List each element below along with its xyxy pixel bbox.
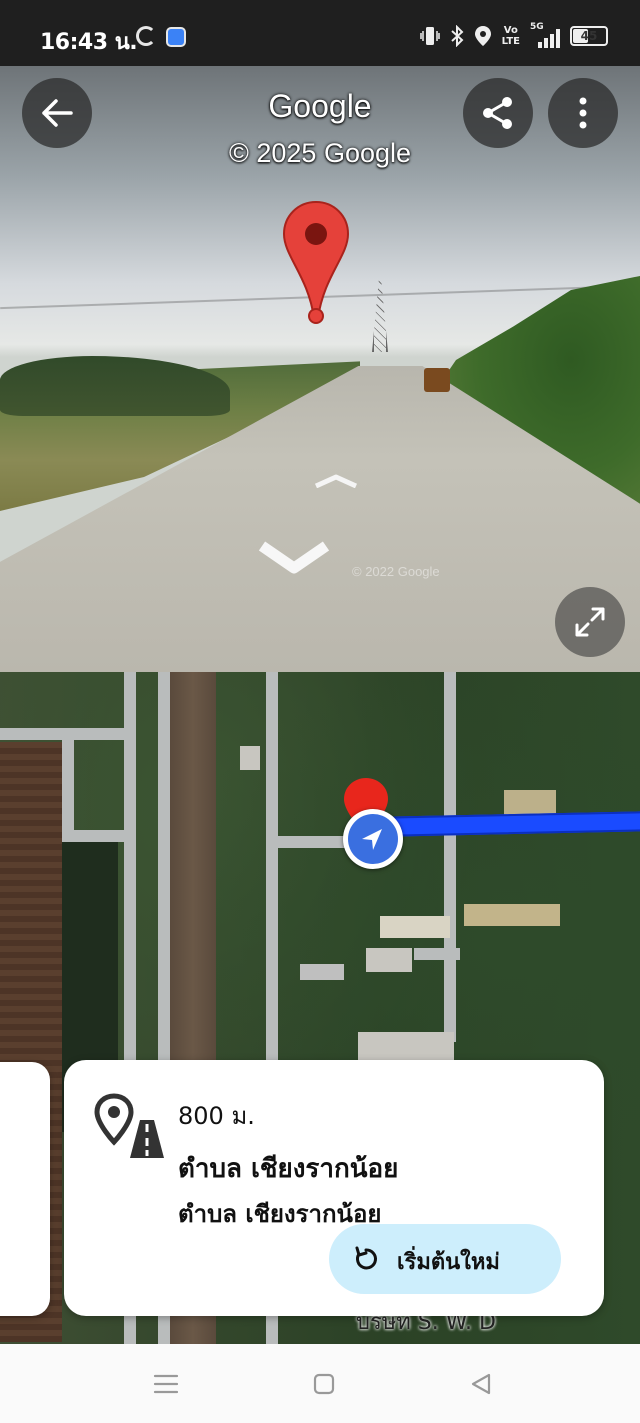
map-road	[414, 948, 460, 960]
home-button[interactable]	[309, 1370, 339, 1398]
system-nav-bar	[0, 1344, 640, 1423]
restart-icon	[355, 1246, 377, 1270]
location-icon	[474, 26, 491, 46]
power-tower	[372, 276, 388, 352]
status-icons: Vo LTE 5G 45	[419, 22, 608, 50]
back-icon	[471, 1373, 491, 1395]
battery-icon: 45	[570, 26, 608, 46]
status-bar: 16:43 น. Vo LTE 5G 45	[0, 0, 640, 66]
route-info-card[interactable]: 800 ม. ตำบล เชียงรากน้อย ตำบล เชียงรากน้…	[64, 1060, 604, 1316]
truck	[424, 368, 450, 392]
recent-apps-button[interactable]	[151, 1370, 181, 1398]
restart-label: เริ่มต้นใหม่	[397, 1250, 500, 1275]
home-icon	[313, 1373, 335, 1395]
bluetooth-icon	[450, 25, 464, 47]
volte-icon: Vo LTE	[501, 25, 520, 47]
place-road-icon	[94, 1093, 164, 1158]
share-icon	[483, 97, 512, 129]
arrow-left-icon	[42, 99, 73, 127]
route-distance: 800 ม.	[178, 1102, 255, 1130]
restart-button[interactable]: เริ่มต้นใหม่	[329, 1224, 561, 1294]
street-view-panel[interactable]: Google © 2025 Google © 2022 Google	[0, 66, 640, 672]
more-options-button[interactable]	[548, 78, 618, 148]
move-backward-arrow[interactable]	[258, 540, 330, 576]
previous-card[interactable]	[0, 1062, 50, 1316]
route-line	[371, 810, 640, 837]
back-button[interactable]	[22, 78, 92, 148]
street-view-title: Google	[268, 88, 372, 124]
expand-button[interactable]	[555, 587, 625, 657]
share-button[interactable]	[463, 78, 533, 148]
location-pin-icon	[282, 200, 350, 324]
move-forward-arrow[interactable]	[314, 474, 358, 488]
current-location-marker[interactable]	[343, 809, 403, 869]
imagery-watermark: © 2022 Google	[352, 564, 440, 579]
street-view-copyright: © 2025 Google	[228, 138, 412, 168]
status-time: 16:43 น.	[40, 30, 138, 55]
signal-5g-icon: 5G	[530, 22, 560, 48]
menu-icon	[153, 1374, 179, 1394]
vibrate-icon	[419, 27, 440, 45]
location-title: ตำบล เชียงรากน้อย	[178, 1154, 399, 1184]
map-road	[62, 728, 74, 838]
system-back-button[interactable]	[466, 1370, 496, 1398]
app-icon	[166, 27, 186, 47]
map-road	[62, 830, 134, 842]
map-road	[444, 672, 456, 1042]
expand-icon	[575, 607, 605, 637]
more-vert-icon	[579, 97, 587, 129]
navigation-arrow-icon	[362, 829, 382, 850]
google-icon	[136, 26, 156, 46]
